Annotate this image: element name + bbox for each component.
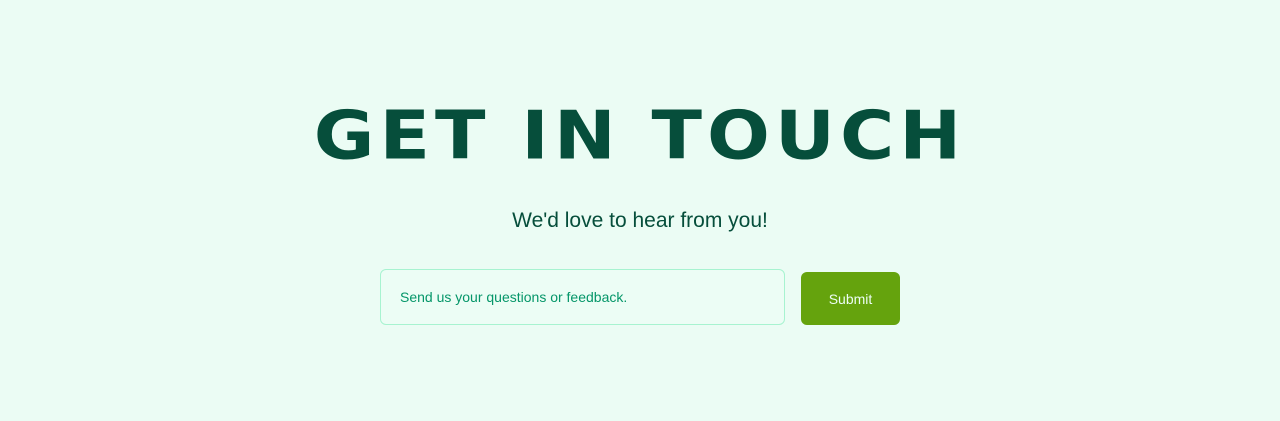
contact-form: Submit	[380, 269, 900, 325]
subtitle: We'd love to hear from you!	[512, 209, 768, 232]
contact-section: Get in touch We'd love to hear from you!…	[0, 0, 1280, 421]
page-title: Get in touch	[313, 97, 967, 175]
message-input[interactable]	[380, 269, 785, 325]
submit-button[interactable]: Submit	[801, 272, 900, 325]
